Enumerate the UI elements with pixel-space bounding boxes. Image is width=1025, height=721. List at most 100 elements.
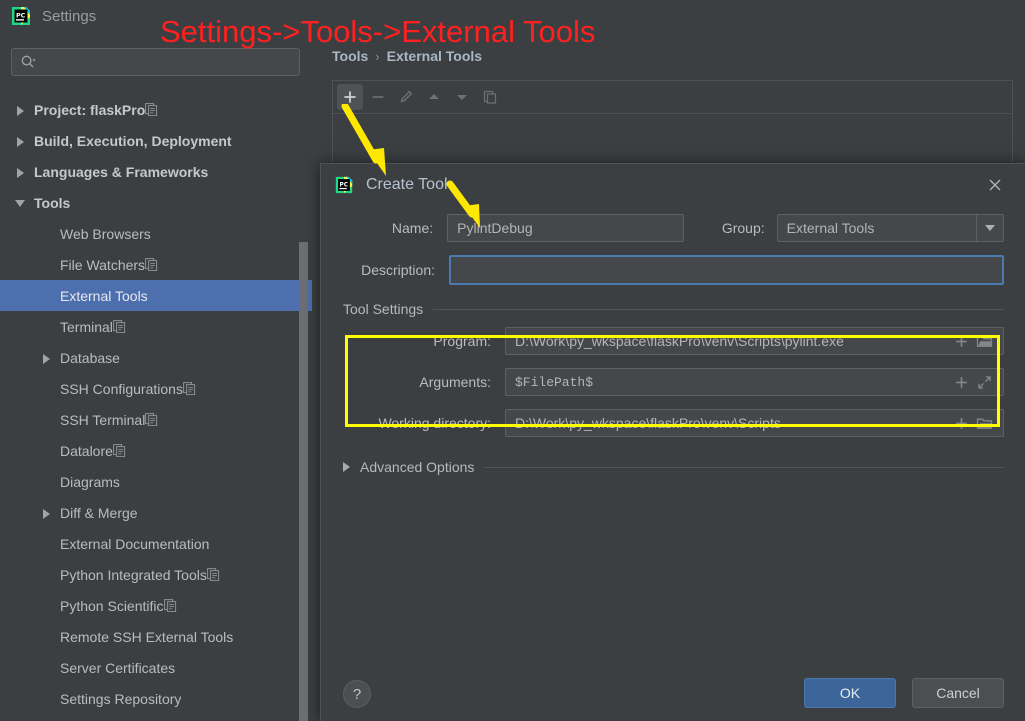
settings-tree[interactable]: Project: flaskPro Build, Execution, Deplo… bbox=[0, 94, 312, 721]
sidebar-item-external-documentation[interactable]: External Documentation bbox=[0, 528, 312, 559]
sidebar-item-label: Project: flaskPro bbox=[34, 101, 146, 118]
sidebar-item-diff-merge[interactable]: Diff & Merge bbox=[0, 497, 312, 528]
breadcrumb-current: External Tools bbox=[386, 48, 483, 64]
name-label: Name: bbox=[391, 220, 434, 236]
sidebar-item-build-execution-deployment[interactable]: Build, Execution, Deployment bbox=[0, 125, 312, 156]
pencil-icon bbox=[400, 90, 413, 103]
chevron-right-icon[interactable] bbox=[14, 165, 28, 179]
chevron-down-icon[interactable] bbox=[976, 215, 1003, 241]
sidebar-item-languages-frameworks[interactable]: Languages & Frameworks bbox=[0, 156, 312, 187]
sidebar-item-datalore[interactable]: Datalore bbox=[0, 435, 312, 466]
chevron-right-icon[interactable] bbox=[14, 103, 28, 117]
sidebar-item-diagrams[interactable]: Diagrams bbox=[0, 466, 312, 497]
project-scope-icon bbox=[163, 599, 177, 612]
chevron-down-icon[interactable] bbox=[14, 196, 28, 210]
annotation-headline: Settings->Tools->External Tools bbox=[160, 14, 596, 49]
sidebar-item-label: Settings Repository bbox=[60, 690, 182, 707]
arguments-label: Arguments: bbox=[419, 374, 491, 390]
project-scope-icon bbox=[183, 382, 196, 395]
program-row: Program: D:\Work\py_wkspace\flaskPro\ven… bbox=[343, 327, 1004, 355]
group-label: Group: bbox=[721, 220, 765, 236]
working-directory-label: Working directory: bbox=[378, 415, 491, 431]
name-input[interactable]: PylintDebug bbox=[447, 214, 685, 242]
move-up-button[interactable] bbox=[421, 84, 447, 110]
sidebar-scrollbar-track[interactable] bbox=[298, 94, 309, 721]
chevron-right-icon[interactable] bbox=[14, 134, 28, 148]
ok-button[interactable]: OK bbox=[804, 678, 896, 708]
minus-icon bbox=[372, 96, 384, 98]
search-field-wrapper bbox=[11, 48, 300, 76]
chevron-right-icon[interactable] bbox=[343, 462, 350, 472]
help-button[interactable]: ? bbox=[343, 680, 371, 708]
move-down-button[interactable] bbox=[449, 84, 475, 110]
sidebar-item-remote-ssh-external-tools[interactable]: Remote SSH External Tools bbox=[0, 621, 312, 652]
program-label: Program: bbox=[433, 333, 491, 349]
sidebar-item-tools[interactable]: Tools bbox=[0, 187, 312, 218]
sidebar-item-python-integrated-tools[interactable]: Python Integrated Tools bbox=[0, 559, 312, 590]
arrow-down-icon bbox=[457, 95, 467, 100]
description-input[interactable] bbox=[449, 255, 1004, 285]
sidebar-item-python-scientific[interactable]: Python Scientific bbox=[0, 590, 312, 621]
working-directory-input[interactable]: D:\Work\py_wkspace\flaskPro\venv\Scripts bbox=[505, 409, 1004, 437]
create-tool-dialog: PC Create Tool Name: PylintDebug Group: bbox=[320, 163, 1025, 721]
arrow-up-icon bbox=[429, 94, 439, 99]
arguments-input[interactable]: $FilePath$ bbox=[505, 368, 1004, 396]
search-box[interactable] bbox=[11, 48, 300, 76]
sidebar-item-settings-repository[interactable]: Settings Repository bbox=[0, 683, 312, 714]
section-divider bbox=[484, 466, 1004, 468]
add-tool-button[interactable] bbox=[337, 84, 363, 110]
dialog-footer: ? OK Cancel bbox=[321, 650, 1025, 721]
chevron-right-icon[interactable] bbox=[40, 506, 54, 520]
group-value: External Tools bbox=[786, 220, 875, 236]
sidebar-scrollbar-thumb[interactable] bbox=[299, 242, 308, 721]
search-input[interactable] bbox=[36, 54, 299, 70]
sidebar-item-file-watchers[interactable]: File Watchers bbox=[0, 249, 312, 280]
expand-arguments-button[interactable] bbox=[976, 374, 993, 391]
tool-settings-section-header: Tool Settings bbox=[343, 301, 1004, 317]
arguments-row: Arguments: $FilePath$ bbox=[343, 368, 1004, 396]
section-divider bbox=[433, 308, 1004, 310]
external-tools-toolbar bbox=[333, 81, 1012, 114]
plus-icon bbox=[956, 417, 967, 429]
insert-macro-button[interactable] bbox=[953, 415, 970, 432]
pycharm-icon: PC bbox=[334, 175, 354, 195]
sidebar-item-label: Remote SSH External Tools bbox=[60, 628, 234, 645]
advanced-options-section[interactable]: Advanced Options bbox=[343, 459, 1004, 475]
breadcrumb-parent[interactable]: Tools bbox=[332, 48, 368, 64]
ok-button-label: OK bbox=[839, 685, 861, 701]
sidebar-item-project-flaskpro[interactable]: Project: flaskPro bbox=[0, 94, 312, 125]
insert-macro-button[interactable] bbox=[953, 333, 970, 350]
sidebar-item-server-certificates[interactable]: Server Certificates bbox=[0, 652, 312, 683]
sidebar-item-terminal[interactable]: Terminal bbox=[0, 311, 312, 342]
remove-tool-button[interactable] bbox=[365, 84, 391, 110]
sidebar-item-ssh-configurations[interactable]: SSH Configurations bbox=[0, 373, 312, 404]
chevron-right-icon[interactable] bbox=[40, 351, 54, 365]
sidebar-item-database[interactable]: Database bbox=[0, 342, 312, 373]
sidebar-item-web-browsers[interactable]: Web Browsers bbox=[0, 218, 312, 249]
description-row: Description: bbox=[343, 255, 1004, 285]
edit-tool-button[interactable] bbox=[393, 84, 419, 110]
copy-tool-button[interactable] bbox=[477, 84, 503, 110]
plus-icon bbox=[956, 335, 967, 347]
browse-working-directory-button[interactable] bbox=[976, 415, 993, 432]
sidebar-item-label: Build, Execution, Deployment bbox=[34, 132, 232, 149]
browse-program-button[interactable] bbox=[976, 333, 993, 350]
close-button[interactable] bbox=[984, 174, 1006, 196]
cancel-button[interactable]: Cancel bbox=[912, 678, 1004, 708]
sidebar-item-label: Datalore bbox=[60, 442, 113, 459]
program-input[interactable]: D:\Work\py_wkspace\flaskPro\venv\Scripts… bbox=[505, 327, 1004, 355]
tool-settings-fields: Program: D:\Work\py_wkspace\flaskPro\ven… bbox=[343, 327, 1004, 437]
group-combobox[interactable]: External Tools bbox=[776, 214, 1004, 242]
sidebar-item-ssh-terminal[interactable]: SSH Terminal bbox=[0, 404, 312, 435]
insert-macro-button[interactable] bbox=[953, 374, 970, 391]
sidebar-item-external-tools[interactable]: External Tools bbox=[0, 280, 312, 311]
sidebar-item-label: File Watchers bbox=[60, 256, 146, 273]
